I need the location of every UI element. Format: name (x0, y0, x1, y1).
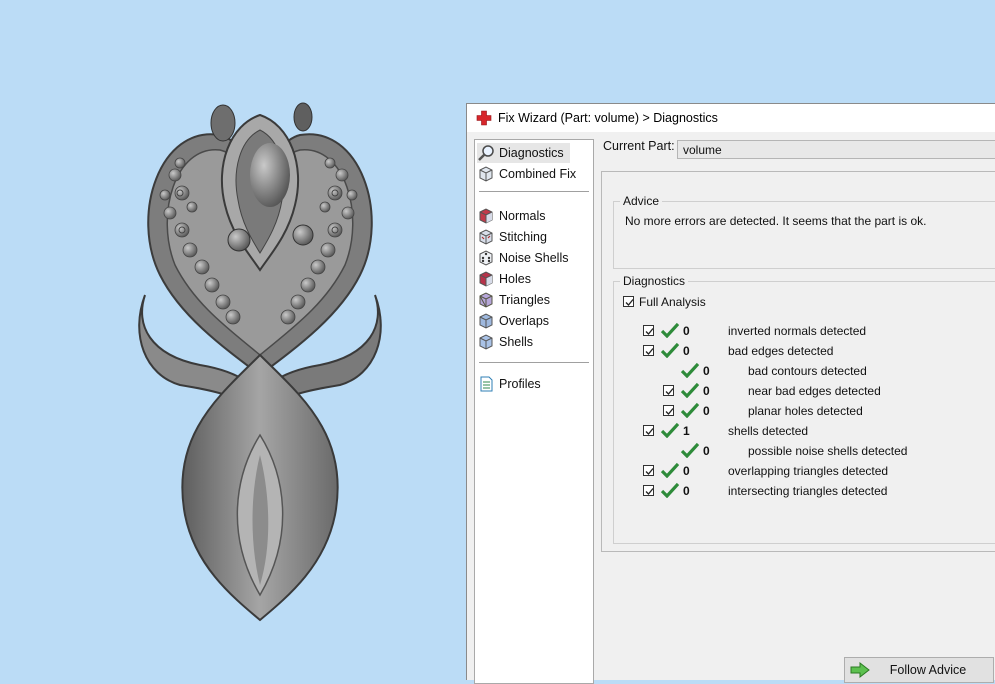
nav-item-triangles[interactable]: Triangles (477, 290, 556, 310)
purple-cube-icon (479, 292, 493, 308)
nav-item-profiles[interactable]: Profiles (477, 374, 547, 394)
diagnostics-panel: Advice No more errors are detected. It s… (601, 171, 995, 552)
diagnostic-count: 1 (683, 424, 690, 438)
stitch-cube-icon (479, 229, 493, 245)
diagnostic-label: intersecting triangles detected (728, 484, 888, 498)
nav-item-label: Normals (499, 209, 546, 223)
dice-icon (479, 250, 493, 266)
green-check-icon (661, 462, 679, 478)
cube-red-icon (479, 208, 493, 224)
diagnostic-count: 0 (703, 444, 710, 458)
diagnostic-count: 0 (703, 404, 710, 418)
current-part-field: volume (677, 140, 995, 159)
green-check-icon (661, 422, 679, 438)
nav-item-diagnostics[interactable]: Diagnostics (477, 143, 570, 163)
nav-item-label: Overlaps (499, 314, 550, 328)
follow-advice-button[interactable]: Follow Advice (844, 657, 994, 683)
nav-item-combined-fix[interactable]: Combined Fix (477, 164, 582, 184)
diagnostic-count: 0 (703, 384, 710, 398)
nav-divider (479, 191, 589, 192)
fix-wizard-dialog: Fix Wizard (Part: volume) > Diagnostics … (466, 103, 995, 684)
full-analysis-label: Full Analysis (639, 295, 706, 309)
advice-text: No more errors are detected. It seems th… (625, 214, 927, 228)
nav-item-label: Profiles (499, 377, 541, 391)
green-check-icon (661, 482, 679, 498)
diagnostic-count: 0 (703, 364, 710, 378)
pendant-3d-model[interactable] (120, 95, 400, 625)
diagnostic-label: bad contours detected (748, 364, 867, 378)
nav-item-stitching[interactable]: Stitching (477, 227, 553, 247)
nav-item-holes[interactable]: Holes (477, 269, 537, 289)
green-arrow-right-icon (850, 661, 870, 679)
nav-item-label: Triangles (499, 293, 550, 307)
diagnostics-title: Diagnostics (620, 274, 689, 288)
diagnostic-label: planar holes detected (748, 404, 863, 418)
green-check-icon (661, 342, 679, 358)
nav-item-label: Shells (499, 335, 534, 349)
nav-item-normals[interactable]: Normals (477, 206, 552, 226)
diagnostic-label: inverted normals detected (728, 324, 867, 338)
cube-icon (479, 166, 493, 182)
blue-cube-icon (479, 334, 493, 350)
magnifier-icon (478, 145, 494, 161)
dialog-titlebar[interactable]: Fix Wizard (Part: volume) > Diagnostics (467, 104, 995, 132)
document-icon (480, 376, 493, 392)
diagnostic-count: 0 (683, 484, 690, 498)
diagnostic-label: near bad edges detected (748, 384, 881, 398)
diagnostic-checkbox[interactable] (643, 485, 654, 496)
diagnostic-checkbox[interactable] (643, 325, 654, 336)
diagnostic-count: 0 (683, 324, 690, 338)
cube-red-icon (479, 271, 493, 287)
diagnostic-label: possible noise shells detected (748, 444, 908, 458)
diagnostic-label: overlapping triangles detected (728, 464, 889, 478)
green-check-icon (681, 442, 699, 458)
diagnostic-checkbox[interactable] (643, 345, 654, 356)
green-check-icon (661, 322, 679, 338)
diagnostic-label: shells detected (728, 424, 809, 438)
nav-item-label: Combined Fix (499, 167, 577, 181)
nav-item-label: Holes (499, 272, 531, 286)
nav-item-label: Noise Shells (499, 251, 569, 265)
follow-advice-label: Follow Advice (889, 663, 967, 677)
diagnostic-checkbox[interactable] (663, 385, 674, 396)
nav-divider (479, 362, 589, 363)
red-cross-icon (476, 110, 492, 126)
diagnostic-label: bad edges detected (728, 344, 834, 358)
current-part-label: Current Part: (603, 139, 675, 153)
green-check-icon (681, 382, 699, 398)
wizard-nav: Diagnostics Combined Fix Normals Stitchi… (474, 139, 594, 684)
diagnostic-checkbox[interactable] (643, 465, 654, 476)
diagnostic-count: 0 (683, 344, 690, 358)
nav-item-label: Stitching (499, 230, 547, 244)
diagnostic-checkbox[interactable] (643, 425, 654, 436)
advice-group: Advice No more errors are detected. It s… (613, 194, 995, 269)
blue-cube-icon (479, 313, 493, 329)
advice-title: Advice (620, 194, 663, 208)
nav-item-label: Diagnostics (499, 146, 564, 160)
nav-item-shells[interactable]: Shells (477, 332, 539, 352)
full-analysis-checkbox[interactable] (623, 296, 634, 307)
diagnostics-group: Diagnostics Full Analysis 0 inverted nor… (613, 274, 995, 544)
green-check-icon (681, 362, 699, 378)
green-check-icon (681, 402, 699, 418)
diagnostic-count: 0 (683, 464, 690, 478)
dialog-title: Fix Wizard (Part: volume) > Diagnostics (498, 111, 718, 125)
diagnostic-checkbox[interactable] (663, 405, 674, 416)
nav-item-noise-shells[interactable]: Noise Shells (477, 248, 574, 268)
nav-item-overlaps[interactable]: Overlaps (477, 311, 555, 331)
